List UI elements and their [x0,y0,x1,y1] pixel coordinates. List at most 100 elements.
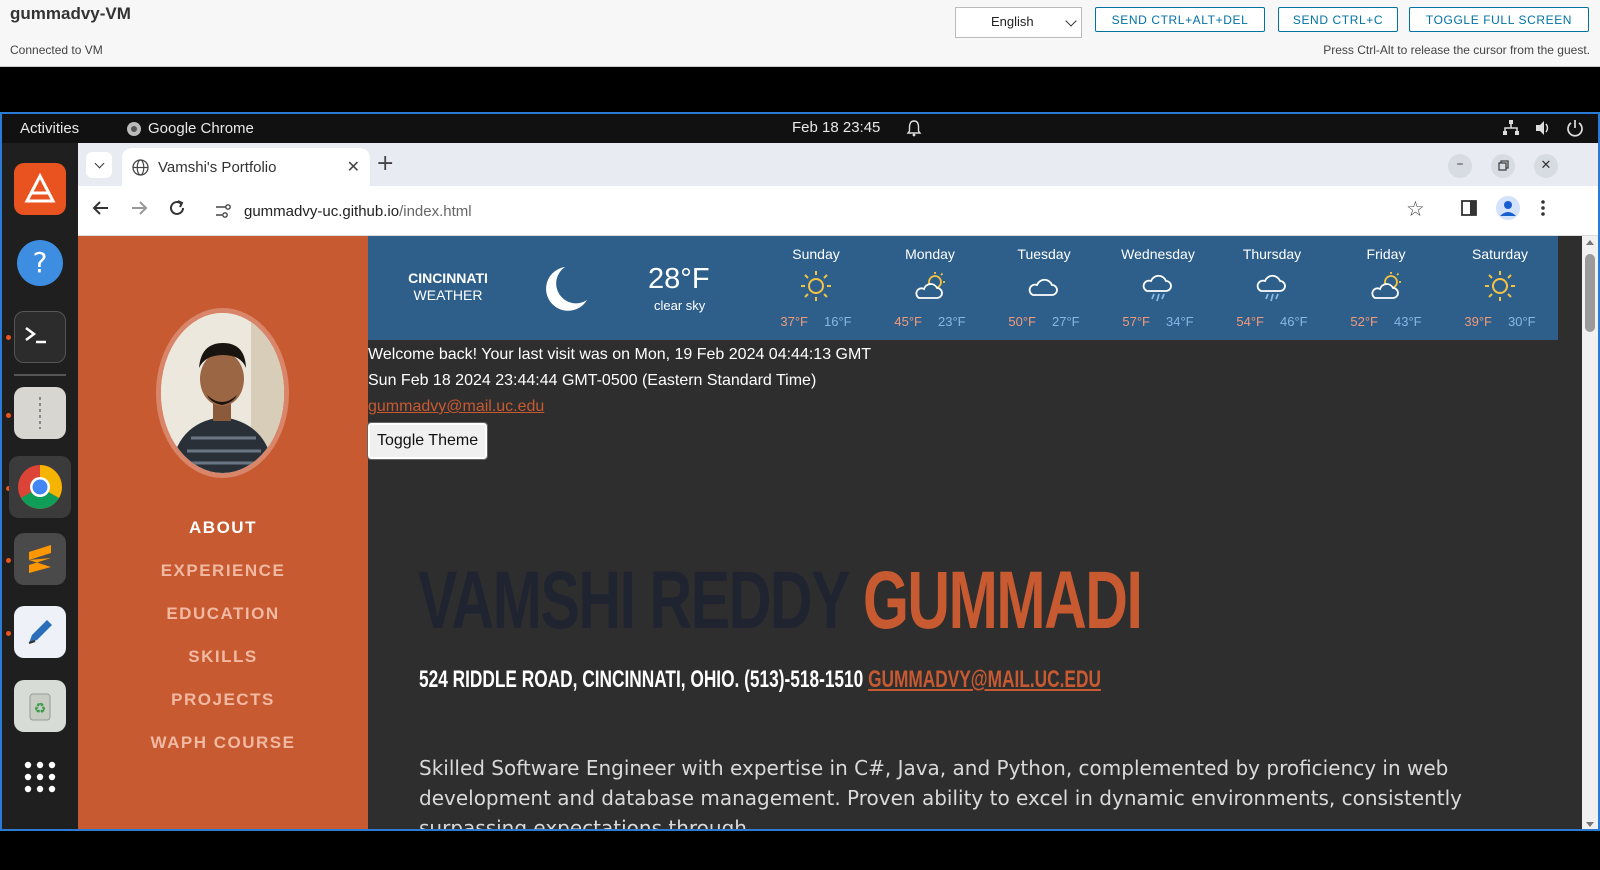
address-phone: 524 RIDDLE ROAD, CINCINNATI, OHIO. (513)… [419,666,864,693]
weather-widget: CINCINNATI WEATHER 28°F clear sky Sunday… [368,236,1558,340]
browser-toolbar: gummadvy-uc.github.io/index.html ☆ [78,186,1598,236]
forecast-low: 27°F [1052,314,1080,329]
forecast-day-name: Wednesday [1121,246,1195,262]
weather-location: CINCINNATI WEATHER [388,270,508,304]
back-icon[interactable] [92,199,110,222]
contact-email-link[interactable]: GUMMADVY@MAIL.UC.EDU [868,666,1101,693]
profile-avatar-icon[interactable] [1496,196,1520,225]
forecast-high: 57°F [1122,314,1150,329]
forecast-high: 52°F [1350,314,1378,329]
close-window-icon[interactable]: ✕ [1534,154,1558,178]
forward-icon[interactable] [130,199,148,222]
portfolio-sidebar: ABOUT EXPERIENCE EDUCATION SKILLS PROJEC… [78,236,368,829]
forecast-day-name: Saturday [1471,246,1529,262]
partly-cloudy-icon [873,270,987,304]
show-apps-icon[interactable] [14,751,66,803]
more-menu-icon[interactable] [1540,199,1546,222]
address-bar[interactable]: gummadvy-uc.github.io/index.html [208,193,1448,229]
bio-paragraph: Skilled Software Engineer with expertise… [419,756,1463,831]
forecast-day-name: Friday [1366,246,1406,262]
forecast-wednesday: Wednesday 57°F 34°F [1101,246,1215,329]
forecast-low: 46°F [1280,314,1308,329]
forecast-thursday: Thursday 54°F 46°F [1215,246,1329,329]
forecast-low: 23°F [938,314,966,329]
profile-photo [156,308,289,478]
rain-icon [1215,270,1329,304]
hero-name: VAMSHI REDDY GUMMADI [418,554,1143,648]
sublime-text-icon[interactable] [14,533,66,585]
forecast-high: 50°F [1008,314,1036,329]
hero-last-name: GUMMADI [862,555,1143,646]
forecast-monday: Monday 45°F 23°F [873,246,987,329]
page-scrollbar[interactable] [1582,236,1598,829]
nav-experience[interactable]: EXPERIENCE [78,561,368,581]
contact-line: 524 RIDDLE ROAD, CINCINNATI, OHIO. (513)… [419,666,1101,694]
toggle-theme-button[interactable]: Toggle Theme [366,422,489,460]
globe-icon [132,158,149,176]
chrome-icon[interactable] [9,456,71,518]
tab-portfolio[interactable]: Vamshi's Portfolio ✕ [122,148,370,186]
partly-cloudy-icon [1329,270,1443,304]
forecast-high: 45°F [894,314,922,329]
nav-projects[interactable]: PROJECTS [78,690,368,710]
scroll-down-icon[interactable] [1586,822,1594,827]
forecast-day-name: Monday [905,246,955,262]
scroll-up-icon[interactable] [1586,240,1594,245]
bell-icon [906,119,922,141]
forecast-day-name: Tuesday [1017,246,1071,262]
forecast-high: 54°F [1236,314,1264,329]
weather-label: WEATHER [413,287,483,303]
new-tab-icon[interactable]: + [376,151,394,176]
network-icon [1503,120,1519,135]
forecast-tuesday: Tuesday 50°F 27°F [987,246,1101,329]
send-ctrl-alt-del-button[interactable]: SEND CTRL+ALT+DEL [1095,7,1265,32]
side-panel-icon[interactable] [1460,199,1478,222]
sun-icon [1443,270,1557,304]
close-tab-icon[interactable]: ✕ [347,157,360,177]
nav-education[interactable]: EDUCATION [78,604,368,624]
power-icon [1567,120,1583,137]
forecast-low: 43°F [1394,314,1422,329]
chevron-down-icon [1065,15,1077,27]
forecast-sunday: Sunday 37°F 16°F [759,246,873,329]
rain-icon [1101,270,1215,304]
tab-search-button[interactable] [86,152,112,178]
text-editor-icon[interactable] [14,606,66,658]
tab-title: Vamshi's Portfolio [158,158,277,176]
guest-screen[interactable]: Activities Google Chrome Feb 18 23:45 ? [0,112,1600,831]
nav-waph-course[interactable]: WAPH COURSE [78,733,368,753]
url-path: /index.html [399,202,472,220]
toggle-full-screen-button[interactable]: TOGGLE FULL SCREEN [1409,7,1589,32]
active-app-menu[interactable]: Google Chrome [126,120,254,137]
minimize-icon[interactable]: – [1448,154,1472,178]
help-icon[interactable]: ? [14,237,66,289]
email-link[interactable]: gummadvy@mail.uc.edu [368,398,544,415]
system-tray[interactable] [1502,119,1584,137]
terminal-icon[interactable] [14,311,66,363]
vm-console-header: gummadvy-VM Connected to VM English SEND… [0,0,1600,67]
nav-skills[interactable]: SKILLS [78,647,368,667]
archive-manager-icon[interactable] [14,387,66,439]
nav-about[interactable]: ABOUT [78,518,368,538]
send-ctrl-c-button[interactable]: SEND CTRL+C [1278,7,1398,32]
gnome-top-bar: Activities Google Chrome Feb 18 23:45 [2,114,1598,143]
forecast-day-name: Sunday [792,246,840,262]
restore-icon[interactable] [1491,154,1515,178]
hero-first-name: VAMSHI REDDY [418,555,849,646]
app-center-icon[interactable] [14,163,66,215]
forecast-friday: Friday 52°F 43°F [1329,246,1443,329]
bookmark-star-icon[interactable]: ☆ [1406,197,1425,221]
activities-button[interactable]: Activities [20,120,79,137]
current-conditions: clear sky [654,298,706,313]
forecast-high: 37°F [780,314,808,329]
vm-title: gummadvy-VM [10,4,131,23]
forecast-low: 30°F [1508,314,1536,329]
tab-strip: Vamshi's Portfolio ✕ + – ✕ [78,143,1598,186]
visit-info: Welcome back! Your last visit was on Mon… [366,342,871,460]
web-page: ABOUT EXPERIENCE EDUCATION SKILLS PROJEC… [78,236,1598,831]
reload-icon[interactable] [168,199,186,222]
clock[interactable]: Feb 18 23:45 [792,119,880,136]
language-select[interactable]: English [955,7,1082,38]
trash-icon[interactable]: ♻ [14,680,66,732]
scrollbar-thumb[interactable] [1585,254,1595,332]
